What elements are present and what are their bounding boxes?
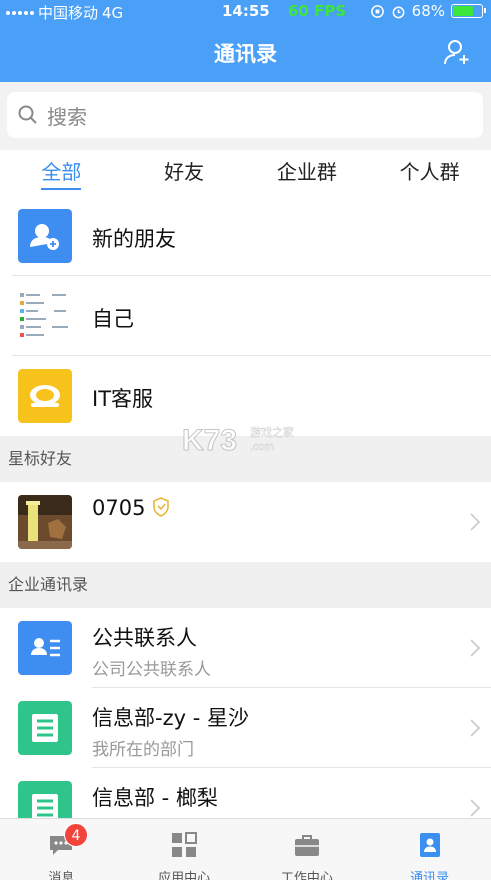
shield-badge-icon bbox=[153, 497, 169, 517]
battery-percent: 68% bbox=[411, 2, 445, 20]
chevron-right-icon bbox=[470, 639, 481, 657]
chevron-right-icon bbox=[470, 719, 481, 737]
alarm-icon bbox=[392, 6, 405, 18]
add-contact-icon[interactable] bbox=[443, 38, 471, 66]
list-item-starred-contact[interactable]: 0705 bbox=[0, 482, 491, 562]
svg-text:K73: K73 bbox=[182, 424, 237, 456]
svg-text:游戏之家: 游戏之家 bbox=[250, 425, 294, 439]
search-input[interactable]: 搜索 bbox=[7, 92, 483, 138]
briefcase-icon bbox=[294, 835, 319, 856]
battery-fill bbox=[453, 6, 474, 16]
tabbar-messages[interactable]: 4 消息 bbox=[0, 819, 123, 880]
bottom-tab-bar: 4 消息 应用中心 工作中心 通讯录 bbox=[0, 818, 491, 880]
add-friend-icon bbox=[18, 209, 72, 263]
section-header-enterprise: 企业通讯录 bbox=[0, 562, 491, 608]
list-item-title: IT客服 bbox=[92, 387, 154, 411]
clock: 14:55 bbox=[222, 2, 270, 20]
list-item-title: 新的朋友 bbox=[92, 227, 176, 251]
list-item-title: 自己 bbox=[92, 307, 134, 331]
rotation-lock-icon bbox=[370, 4, 384, 18]
list-icon bbox=[18, 701, 72, 755]
chevron-right-icon bbox=[470, 513, 481, 531]
search-placeholder: 搜索 bbox=[47, 104, 87, 129]
contact-photo bbox=[18, 495, 72, 549]
contacts-card-icon bbox=[18, 621, 72, 675]
status-left: 中国移动 4G bbox=[6, 2, 123, 23]
tab-all[interactable]: 全部 bbox=[0, 150, 123, 196]
network-label: 4G bbox=[102, 3, 124, 22]
tabbar-contacts[interactable]: 通讯录 bbox=[368, 819, 491, 880]
list-item-title: 信息部 - 榔梨 bbox=[92, 786, 218, 810]
contact-tabs: 全部 好友 企业群 个人群 bbox=[0, 150, 491, 196]
list-item-subtitle: 我所在的部门 bbox=[92, 740, 194, 760]
chevron-right-icon bbox=[470, 799, 481, 817]
list-item-new-friends[interactable]: 新的朋友 bbox=[0, 196, 491, 276]
tab-friends[interactable]: 好友 bbox=[123, 150, 246, 196]
list-item-self[interactable]: 自己 bbox=[0, 276, 491, 356]
list-item-public-contacts[interactable]: 公共联系人 公司公共联系人 bbox=[0, 608, 491, 688]
battery-icon bbox=[451, 4, 486, 18]
page-title: 通讯录 bbox=[214, 42, 277, 66]
grid-icon bbox=[172, 832, 198, 857]
list-item-title: 0705 bbox=[92, 496, 146, 520]
search-section: 搜索 bbox=[0, 82, 491, 150]
tabbar-label: 应用中心 bbox=[158, 871, 211, 880]
list-item-subtitle: 公司公共联系人 bbox=[92, 660, 211, 680]
tabbar-label: 工作中心 bbox=[280, 871, 333, 880]
signal-icon bbox=[6, 10, 34, 15]
svg-text:.com: .com bbox=[250, 441, 274, 453]
search-icon bbox=[18, 105, 37, 124]
headset-icon bbox=[18, 369, 72, 423]
contacts-icon bbox=[419, 833, 440, 857]
tabbar-label: 消息 bbox=[48, 871, 75, 880]
status-bar: 中国移动 4G 14:55 60 FPS 68% bbox=[0, 0, 491, 24]
carrier-label: 中国移动 bbox=[38, 4, 99, 22]
list-item-title: 公共联系人 bbox=[92, 626, 197, 650]
watermark-logo: K73 游戏之家 .com bbox=[182, 424, 294, 457]
top-header: 中国移动 4G 14:55 60 FPS 68% 通讯录 bbox=[0, 0, 491, 82]
list-item-title: 信息部-zy - 星沙 bbox=[92, 706, 249, 730]
tab-enterprise-groups[interactable]: 企业群 bbox=[246, 150, 369, 196]
fps-counter: 60 FPS bbox=[288, 2, 347, 20]
unread-badge: 4 bbox=[64, 823, 88, 847]
list-item-dept-xingsha[interactable]: 信息部-zy - 星沙 我所在的部门 bbox=[0, 688, 491, 768]
tabbar-label: 通讯录 bbox=[410, 871, 450, 880]
self-avatar bbox=[18, 289, 72, 343]
status-right: 68% bbox=[370, 2, 486, 20]
tab-personal-groups[interactable]: 个人群 bbox=[368, 150, 491, 196]
tabbar-work-center[interactable]: 工作中心 bbox=[246, 819, 369, 880]
tabbar-app-center[interactable]: 应用中心 bbox=[123, 819, 246, 880]
